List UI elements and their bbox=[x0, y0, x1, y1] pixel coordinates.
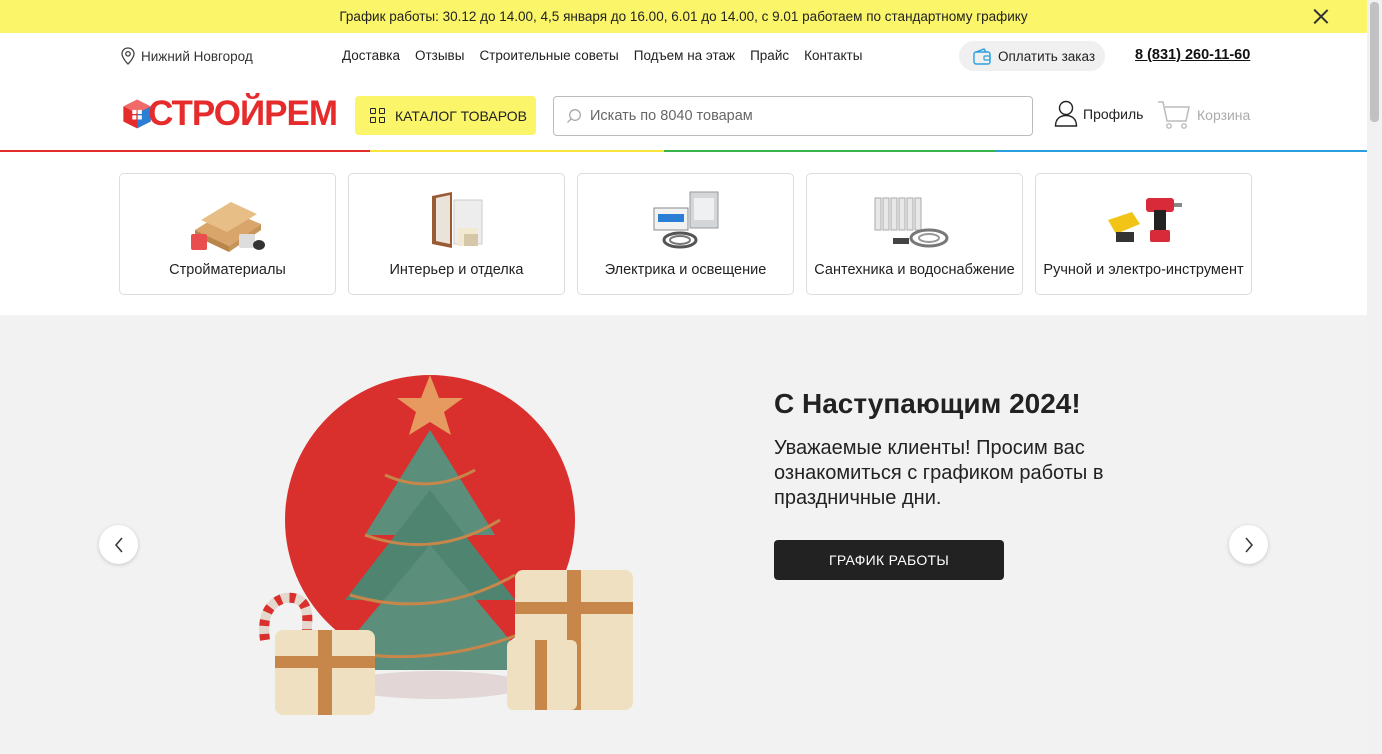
category-electrical[interactable]: Электрика и освещение bbox=[577, 173, 794, 295]
grid-icon bbox=[370, 108, 385, 123]
phone-link[interactable]: 8 (831) 260-11-60 bbox=[1135, 47, 1250, 63]
category-label: Ручной и электро-инструмент bbox=[1043, 262, 1244, 278]
category-label: Интерьер и отделка bbox=[389, 262, 524, 278]
nav-link-price[interactable]: Прайс bbox=[750, 48, 789, 63]
nav-link-delivery[interactable]: Доставка bbox=[342, 48, 400, 63]
chevron-left-icon bbox=[114, 537, 123, 552]
power-tools-image bbox=[1107, 198, 1182, 242]
announcement-bar: График работы: 30.12 до 14.00, 4,5 январ… bbox=[0, 0, 1367, 33]
category-building-materials[interactable]: Стройматериалы bbox=[119, 173, 336, 295]
main-header: СТРОЙРЕМ КАТАЛОГ ТОВАРОВ Профиль Корзина bbox=[0, 79, 1367, 151]
city-selector[interactable]: Нижний Новгород bbox=[121, 47, 253, 65]
hero-banner: С Наступающим 2024! Уважаемые клиенты! П… bbox=[0, 315, 1367, 754]
search-icon[interactable] bbox=[566, 108, 582, 124]
cart-link[interactable]: Корзина bbox=[1157, 100, 1250, 130]
cart-icon bbox=[1158, 101, 1190, 129]
nav-link-contacts[interactable]: Контакты bbox=[804, 48, 862, 63]
profile-link[interactable]: Профиль bbox=[1054, 100, 1143, 127]
work-schedule-button[interactable]: ГРАФИК РАБОТЫ bbox=[774, 540, 1004, 580]
city-name: Нижний Новгород bbox=[141, 48, 253, 64]
category-label: Сантехника и водоснабжение bbox=[814, 262, 1015, 278]
building-materials-image bbox=[190, 202, 265, 252]
category-tiles: Стройматериалы Интерьер и отделка Электр… bbox=[119, 173, 1252, 295]
nav-link-building-tips[interactable]: Строительные советы bbox=[479, 48, 618, 63]
nav-link-reviews[interactable]: Отзывы bbox=[415, 48, 464, 63]
site-logo[interactable]: СТРОЙРЕМ bbox=[122, 91, 338, 137]
top-navigation: Доставка Отзывы Строительные советы Подъ… bbox=[342, 48, 862, 63]
category-tools[interactable]: Ручной и электро-инструмент bbox=[1035, 173, 1252, 295]
banner-title: С Наступающим 2024! bbox=[774, 388, 1081, 419]
announcement-text: График работы: 30.12 до 14.00, 4,5 январ… bbox=[339, 9, 1028, 24]
wallet-icon bbox=[973, 47, 991, 65]
interior-door-image bbox=[431, 192, 482, 248]
search-box bbox=[553, 96, 1033, 136]
catalog-button[interactable]: КАТАЛОГ ТОВАРОВ bbox=[355, 96, 536, 135]
chevron-right-icon bbox=[1244, 537, 1253, 552]
pay-order-label: Оплатить заказ bbox=[998, 48, 1096, 64]
radiator-pipes-image bbox=[874, 197, 948, 248]
top-bar: Нижний Новгород Доставка Отзывы Строител… bbox=[0, 33, 1367, 79]
logo-text: СТРОЙРЕМ bbox=[148, 94, 338, 133]
category-interior[interactable]: Интерьер и отделка bbox=[348, 173, 565, 295]
page-scrollbar[interactable] bbox=[1367, 0, 1382, 754]
location-pin-icon bbox=[121, 47, 135, 65]
cart-label: Корзина bbox=[1197, 107, 1251, 123]
catalog-label: КАТАЛОГ ТОВАРОВ bbox=[395, 107, 527, 124]
close-icon[interactable] bbox=[1313, 8, 1329, 24]
category-label: Электрика и освещение bbox=[604, 262, 767, 278]
scrollbar-thumb[interactable] bbox=[1370, 2, 1379, 122]
slider-next-button[interactable] bbox=[1229, 525, 1268, 564]
category-plumbing[interactable]: Сантехника и водоснабжение bbox=[806, 173, 1023, 295]
banner-text: Уважаемые клиенты! Просим вас ознакомить… bbox=[774, 437, 1104, 509]
pay-order-button[interactable]: Оплатить заказ bbox=[959, 41, 1105, 71]
profile-label: Профиль bbox=[1083, 105, 1144, 122]
header-rainbow-divider bbox=[0, 150, 1367, 152]
christmas-tree-illustration bbox=[245, 375, 645, 715]
slider-prev-button[interactable] bbox=[99, 525, 138, 564]
category-label: Стройматериалы bbox=[169, 262, 286, 278]
nav-link-floor-lifting[interactable]: Подъем на этаж bbox=[634, 48, 735, 63]
electrical-panel-image bbox=[653, 191, 718, 249]
search-input[interactable] bbox=[590, 108, 1010, 124]
user-icon bbox=[1054, 100, 1078, 127]
